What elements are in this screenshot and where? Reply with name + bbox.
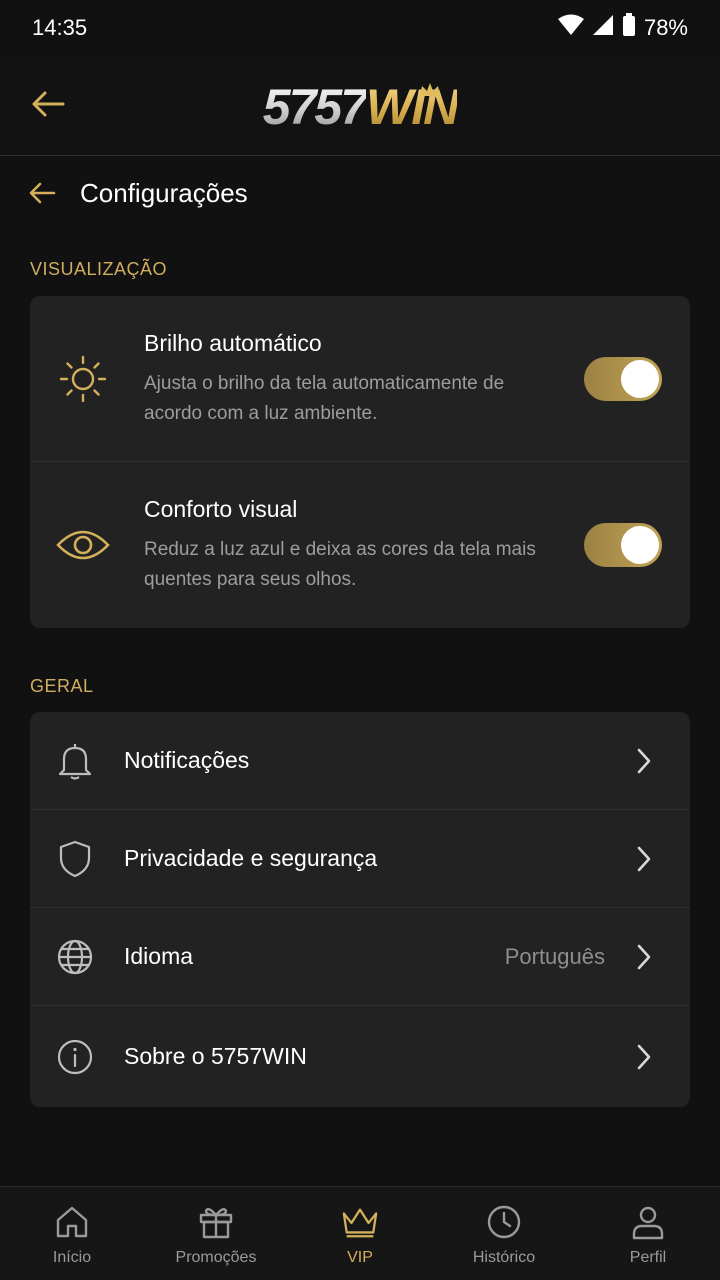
bottom-nav-promotions-label: Promoções (175, 1249, 257, 1266)
visual-comfort-description: Reduz a luz azul e deixa as cores da tel… (144, 539, 536, 590)
bell-icon (56, 742, 94, 780)
status-icons: 78% (557, 13, 688, 43)
signal-icon (592, 14, 614, 42)
logo-crown-icon (419, 82, 441, 103)
eye-icon (56, 518, 110, 572)
logo-word: WIN (366, 79, 459, 135)
settings-item-notifications[interactable]: Notificações (30, 712, 690, 810)
bottom-nav-profile-label: Perfil (629, 1249, 667, 1266)
auto-brightness-description: Ajusta o brilho da tela automaticamente … (144, 373, 505, 424)
settings-item-about[interactable]: Sobre o 5757WIN (30, 1006, 690, 1107)
status-time: 14:35 (32, 15, 88, 40)
chevron-right-icon (634, 748, 654, 774)
bottom-nav-home-label: Início (52, 1249, 92, 1266)
brand-logo: 5757WIN (0, 78, 720, 136)
general-settings-card: Notificações Privacidade e segurança Idi… (30, 712, 690, 1107)
auto-brightness-toggle[interactable] (584, 356, 662, 401)
settings-item-language[interactable]: Idioma Português (30, 908, 690, 1006)
section-label-display: VISUALIZAÇÃO (30, 259, 168, 279)
setting-auto-brightness: Brilho automático Ajusta o brilho da tel… (30, 296, 690, 462)
bottom-nav-history-label: Histórico (472, 1249, 536, 1266)
status-bar: 14:35 78% (0, 0, 720, 56)
visual-comfort-toggle[interactable] (584, 523, 662, 567)
user-icon (629, 1203, 667, 1241)
bottom-nav-vip[interactable]: VIP (288, 1187, 432, 1280)
page-title: Configurações (80, 177, 248, 208)
notifications-label: Notificações (124, 747, 250, 773)
settings-item-privacy[interactable]: Privacidade e segurança (30, 810, 690, 908)
bottom-nav-history[interactable]: Histórico (432, 1187, 576, 1280)
language-value: Português (504, 943, 605, 969)
chevron-right-icon (634, 1044, 654, 1070)
crown-icon (341, 1203, 379, 1241)
clock-icon (485, 1203, 523, 1241)
toggle-knob (621, 359, 659, 398)
chevron-right-icon (634, 944, 654, 970)
page-back-button[interactable] (28, 176, 62, 210)
battery-icon (622, 13, 636, 43)
about-label: Sobre o 5757WIN (124, 1043, 307, 1069)
bottom-nav: Início Promoções VIP Histórico Perfil (0, 1186, 720, 1280)
privacy-label: Privacidade e segurança (124, 845, 378, 871)
arrow-left-icon (29, 182, 56, 204)
gift-icon (197, 1203, 235, 1241)
page-title-row: Configurações (0, 162, 720, 224)
globe-icon (56, 938, 94, 976)
sun-icon (56, 352, 110, 406)
home-icon (53, 1203, 91, 1241)
bottom-nav-vip-label: VIP (347, 1249, 373, 1266)
chevron-right-icon (634, 846, 654, 872)
bottom-nav-promotions[interactable]: Promoções (144, 1187, 288, 1280)
wifi-icon (557, 14, 584, 42)
language-label: Idioma (124, 943, 194, 969)
info-icon (56, 1038, 94, 1076)
visual-comfort-title: Conforto visual (144, 496, 298, 522)
app-header: 5757WIN (0, 56, 720, 156)
battery-percent: 78% (643, 15, 688, 40)
logo-number: 5757 (262, 79, 368, 135)
shield-icon (56, 840, 94, 878)
setting-visual-comfort: Conforto visual Reduz a luz azul e deixa… (30, 462, 690, 628)
display-settings-card: Brilho automático Ajusta o brilho da tel… (30, 296, 690, 628)
section-label-general: GERAL (30, 676, 94, 696)
bottom-nav-home[interactable]: Início (0, 1187, 144, 1280)
toggle-knob (621, 526, 659, 564)
auto-brightness-title: Brilho automático (144, 330, 322, 356)
bottom-nav-profile[interactable]: Perfil (576, 1187, 720, 1280)
